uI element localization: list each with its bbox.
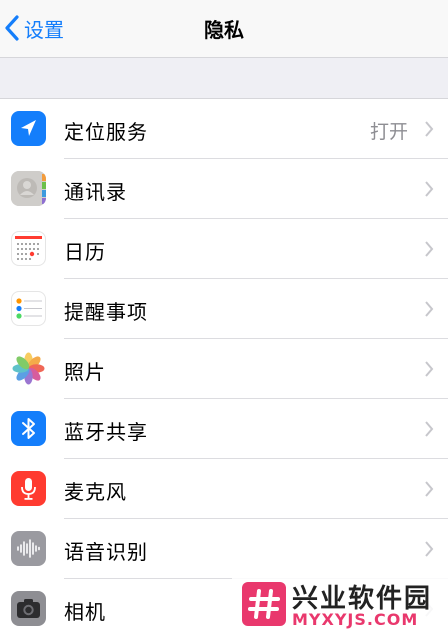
- row-microphone[interactable]: 麦克风: [0, 459, 448, 519]
- calendar-icon: [11, 231, 46, 266]
- row-label: 蓝牙共享: [64, 420, 148, 444]
- row-label: 相机: [64, 600, 106, 624]
- contacts-icon: [11, 171, 46, 206]
- row-location-services[interactable]: 定位服务 打开: [0, 99, 448, 159]
- row-contacts[interactable]: 通讯录: [0, 159, 448, 219]
- hash-logo-icon: [242, 582, 286, 626]
- chevron-right-icon: [425, 541, 434, 557]
- row-calendar[interactable]: 日历: [0, 219, 448, 279]
- photos-flower-icon: [11, 351, 46, 386]
- row-label: 定位服务: [64, 120, 148, 144]
- row-speech-recognition[interactable]: 语音识别: [0, 519, 448, 579]
- navigation-bar: 设置 隐私: [0, 0, 448, 58]
- chevron-right-icon: [425, 241, 434, 257]
- chevron-right-icon: [425, 121, 434, 137]
- bluetooth-icon: [11, 411, 46, 446]
- privacy-settings-list: 定位服务 打开 通讯录 日历 提醒事项 照片 蓝牙共享 麦克风 语音识别 相机: [0, 98, 448, 639]
- speech-waveform-icon: [11, 531, 46, 566]
- location-arrow-icon: [11, 111, 46, 146]
- camera-icon: [11, 591, 46, 626]
- row-reminders[interactable]: 提醒事项: [0, 279, 448, 339]
- chevron-right-icon: [425, 361, 434, 377]
- row-value: 打开: [369, 121, 408, 143]
- page-title: 隐私: [204, 18, 244, 42]
- microphone-icon: [11, 471, 46, 506]
- row-label: 通讯录: [64, 180, 127, 204]
- site-watermark: 兴业软件园 MYXYJS.COM: [232, 576, 448, 638]
- chevron-right-icon: [425, 481, 434, 497]
- row-label: 日历: [64, 240, 106, 264]
- reminders-icon: [11, 291, 46, 326]
- row-photos[interactable]: 照片: [0, 339, 448, 399]
- chevron-right-icon: [425, 181, 434, 197]
- chevron-right-icon: [425, 421, 434, 437]
- row-label: 语音识别: [64, 540, 148, 564]
- chevron-right-icon: [425, 301, 434, 317]
- row-label: 提醒事项: [64, 300, 148, 324]
- watermark-subtitle: MYXYJS.COM: [292, 610, 419, 629]
- row-label: 照片: [64, 360, 106, 384]
- row-label: 麦克风: [64, 480, 127, 504]
- row-bluetooth-sharing[interactable]: 蓝牙共享: [0, 399, 448, 459]
